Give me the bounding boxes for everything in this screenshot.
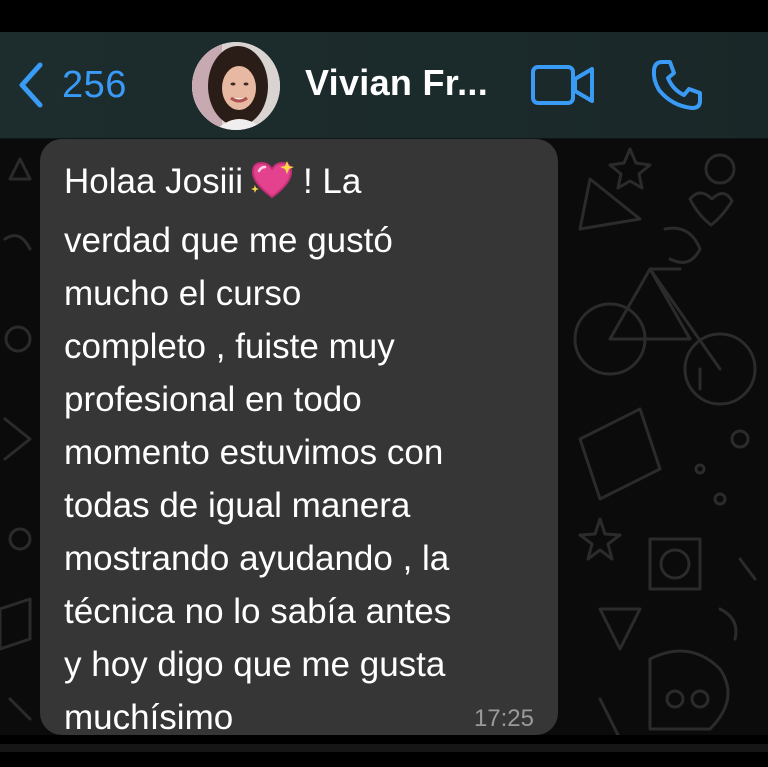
message-line: mostrando ayudando , la: [64, 539, 450, 578]
video-camera-icon: [531, 65, 594, 105]
unread-count: 256: [62, 63, 127, 106]
message-line: técnica no lo sabía antes: [64, 592, 452, 631]
chat-area: Holaa Josiii ! La verdad que me gustó mucho…: [0, 139, 768, 735]
message-line: completo , fuiste muy: [64, 327, 395, 366]
status-bar: [0, 0, 768, 32]
message-first-line: Holaa Josiii ! La: [64, 155, 534, 214]
voice-call-button[interactable]: [650, 58, 704, 112]
phone-icon: [651, 60, 702, 110]
message-line-end: ! La: [302, 162, 362, 201]
message-text: Holaa Josiii ! La verdad que me gustó mucho…: [64, 155, 534, 735]
contact-name[interactable]: Vivian Fr...: [305, 62, 488, 104]
avatar-photo: [192, 42, 280, 130]
chevron-left-icon: [19, 62, 43, 108]
message-line: verdad que me gustó: [64, 221, 393, 260]
avatar[interactable]: [192, 42, 280, 130]
message-bubble[interactable]: Holaa Josiii ! La verdad que me gustó mucho…: [40, 139, 558, 735]
sparkling-heart-icon: [249, 159, 295, 214]
message-line: muchísimo: [64, 698, 234, 735]
message-line: momento estuvimos con: [64, 433, 444, 472]
message-line: mucho el curso: [64, 274, 302, 313]
video-call-button[interactable]: [530, 62, 596, 108]
message-line-start: Holaa Josiii: [64, 162, 243, 201]
back-button[interactable]: 256: [18, 60, 127, 110]
message-line: todas de igual manera: [64, 486, 411, 525]
chat-header: 256 Vivian Fr...: [0, 32, 768, 139]
message-timestamp: 17:25: [473, 705, 534, 732]
divider: [0, 744, 768, 752]
message-line: profesional en todo: [64, 380, 362, 419]
message-line: y hoy digo que me gusta: [64, 645, 446, 684]
